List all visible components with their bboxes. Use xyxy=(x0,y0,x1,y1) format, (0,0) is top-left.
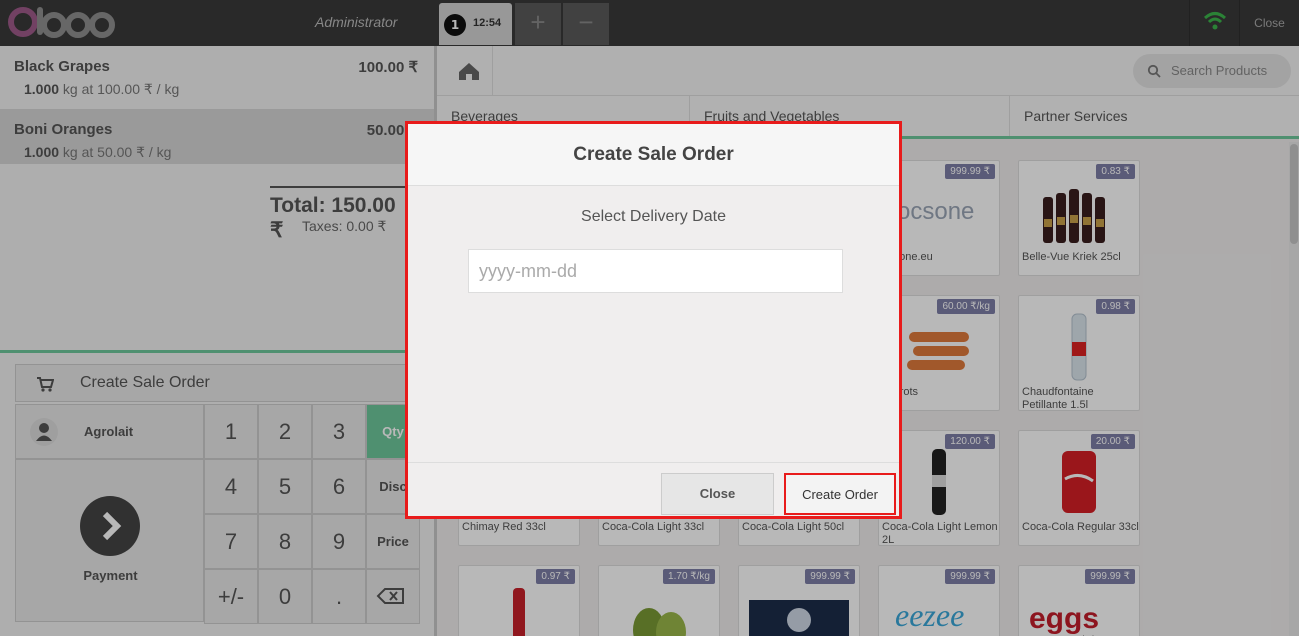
dialog-title: Create Sale Order xyxy=(408,124,899,186)
create-order-button[interactable]: Create Order xyxy=(784,473,896,515)
create-sale-order-dialog: Create Sale Order Select Delivery Date C… xyxy=(405,121,902,519)
dialog-close-button[interactable]: Close xyxy=(661,473,774,515)
delivery-date-input[interactable] xyxy=(468,249,843,293)
dialog-footer: Close Create Order xyxy=(408,462,899,516)
delivery-date-label: Select Delivery Date xyxy=(581,208,726,225)
